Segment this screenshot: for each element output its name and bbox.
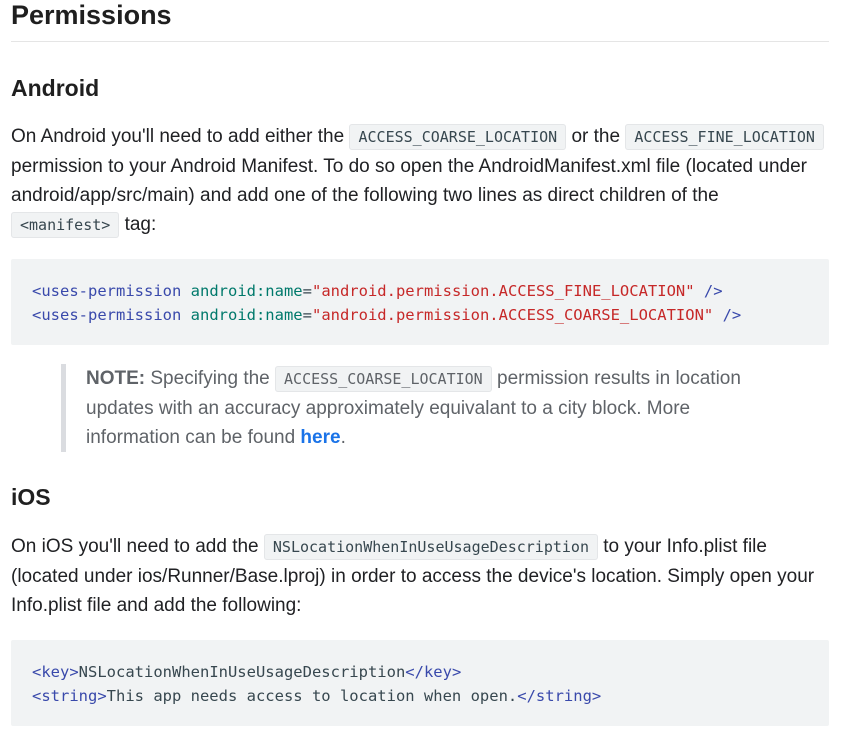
code-line: <uses-permission android:name="android.p… [32,279,808,303]
note-here-link[interactable]: here [300,427,340,448]
code-tag: <uses-permission [32,306,182,324]
code-eq: = [302,306,312,324]
code-string: "android.permission.ACCESS_COARSE_LOCATI… [311,306,714,324]
code-access-fine-location: ACCESS_FINE_LOCATION [625,124,824,150]
code-line: <uses-permission android:name="android.p… [32,303,808,327]
android-text-3: permission to your Android Manifest. To … [11,156,807,206]
code-text: This app needs access to location when o… [106,687,518,705]
code-eq: = [302,282,312,300]
code-tag-close: /> [694,282,723,300]
ios-heading: iOS [11,484,51,510]
code-tag-close: </key> [405,663,462,681]
code-line: <string>This app needs access to locatio… [32,684,808,708]
code-line: <key>NSLocationWhenInUseUsageDescription… [32,660,808,684]
android-text-4: tag: [119,214,157,235]
code-manifest-tag: <manifest> [11,212,120,238]
ios-paragraph: On iOS you'll need to add the NSLocation… [11,532,829,620]
page-title: Permissions [11,0,829,42]
android-heading: Android [11,75,100,101]
code-tag: <string> [32,687,107,705]
note-callout: NOTE: Specifying the ACCESS_COARSE_LOCAT… [61,364,761,452]
code-tag: <uses-permission [32,282,182,300]
android-text-2: or the [566,126,626,147]
code-attr: android:name [190,306,303,324]
code-tag: <key> [32,663,79,681]
android-text-1: On Android you'll need to add either the [11,126,350,147]
code-tag-close: /> [713,306,742,324]
code-text: NSLocationWhenInUseUsageDescription [78,663,406,681]
code-ns-location-key: NSLocationWhenInUseUsageDescription [263,534,598,560]
code-string: "android.permission.ACCESS_FINE_LOCATION… [311,282,695,300]
code-tag-close: </string> [517,687,602,705]
note-text-1: Specifying the [145,368,276,389]
code-access-coarse-location: ACCESS_COARSE_LOCATION [349,124,567,150]
android-code-block[interactable]: <uses-permission android:name="android.p… [11,259,829,345]
page-content: Permissions Android On Android you'll ne… [11,0,829,726]
ios-text-1: On iOS you'll need to add the [11,536,264,557]
code-attr: android:name [190,282,303,300]
note-code-coarse: ACCESS_COARSE_LOCATION [275,366,492,392]
android-paragraph: On Android you'll need to add either the… [11,122,829,240]
note-text-3: . [340,427,346,448]
note-label: NOTE: [86,368,146,389]
ios-code-block[interactable]: <key>NSLocationWhenInUseUsageDescription… [11,640,829,726]
